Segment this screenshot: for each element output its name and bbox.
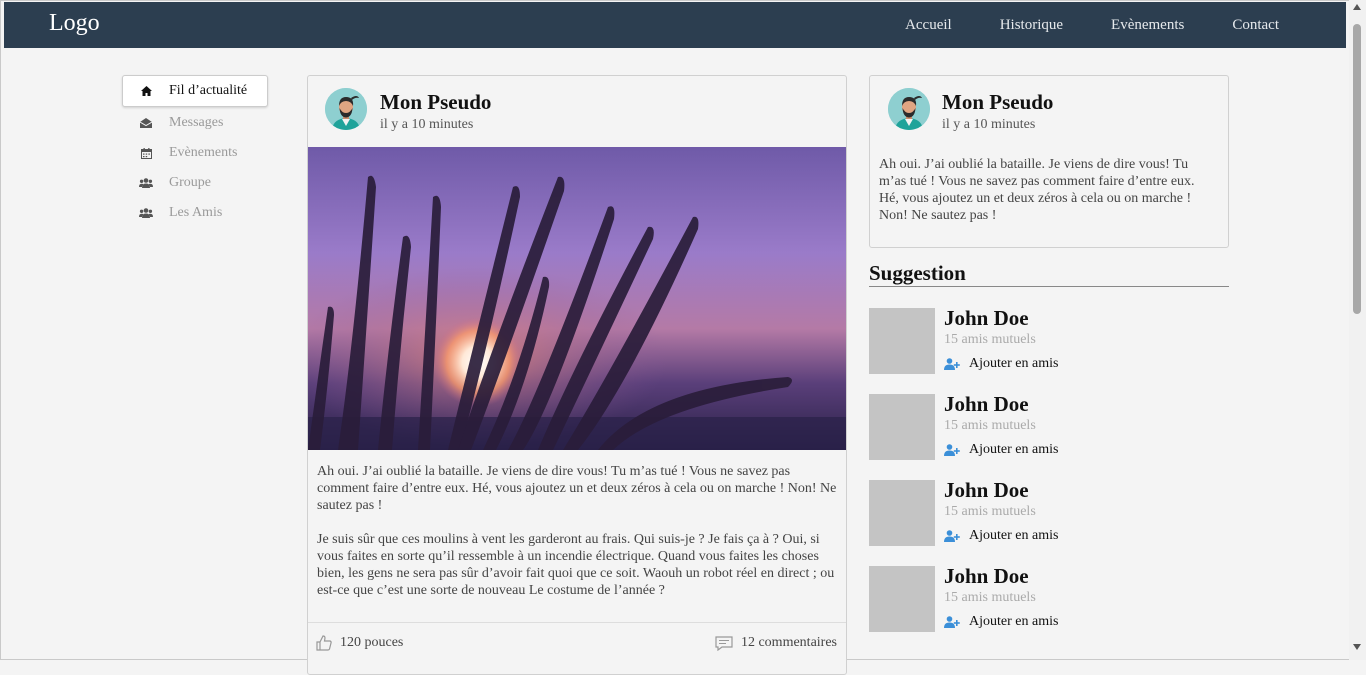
sidebar-item-label: Les Amis (169, 205, 223, 220)
users-icon (139, 176, 153, 190)
suggestion-photo[interactable] (869, 308, 935, 374)
post-header: Mon Pseudo il y a 10 minutes (308, 76, 846, 148)
mutual-friends-count: 15 amis mutuels (944, 418, 1036, 433)
sidebar-item-groupe[interactable]: Groupe (122, 168, 268, 198)
suggestion-item: John Doe 15 amis mutuels Ajouter en amis (869, 306, 1229, 374)
side-post-card: Mon Pseudo il y a 10 minutes Ah oui. J’a… (869, 75, 1229, 248)
add-user-icon (944, 358, 960, 370)
scrollbar[interactable] (1349, 0, 1366, 660)
scroll-thumb[interactable] (1353, 24, 1361, 314)
add-friend-label: Ajouter en amis (969, 528, 1059, 543)
post-body: Ah oui. J’ai oublié la bataille. Je vien… (317, 463, 837, 616)
sidebar-item-label: Groupe (169, 175, 211, 190)
users-icon (139, 206, 153, 220)
calendar-icon (139, 146, 153, 160)
add-user-icon (944, 616, 960, 628)
sidebar-item-label: Fil d’actualité (169, 83, 248, 98)
post-paragraph: Ah oui. J’ai oublié la bataille. Je vien… (317, 464, 837, 513)
add-friend-label: Ajouter en amis (969, 356, 1059, 371)
nav-contact[interactable]: Contact (1232, 2, 1279, 48)
home-icon (139, 84, 153, 98)
post-footer: 120 pouces 12 commentaires (308, 622, 846, 667)
like-button[interactable]: 120 pouces (316, 635, 403, 651)
post-author[interactable]: Mon Pseudo (380, 90, 491, 115)
suggestion-item: John Doe 15 amis mutuels Ajouter en amis (869, 478, 1229, 546)
suggestion-name[interactable]: John Doe (944, 392, 1029, 417)
post-author[interactable]: Mon Pseudo (942, 90, 1053, 115)
mutual-friends-count: 15 amis mutuels (944, 332, 1036, 347)
sidebar-item-les-amis[interactable]: Les Amis (122, 198, 268, 228)
mutual-friends-count: 15 amis mutuels (944, 590, 1036, 605)
nav-historique[interactable]: Historique (1000, 2, 1063, 48)
thumbs-up-icon (316, 635, 332, 651)
comments-button[interactable]: 12 commentaires (715, 635, 837, 651)
sidebar-item-evenements[interactable]: Evènements (122, 138, 268, 168)
suggestion-name[interactable]: John Doe (944, 478, 1029, 503)
suggestion-name[interactable]: John Doe (944, 564, 1029, 589)
scroll-down-arrow-icon[interactable] (1353, 644, 1361, 650)
sidebar-item-messages[interactable]: Messages (122, 108, 268, 138)
logo[interactable]: Logo (49, 10, 100, 37)
sidebar-menu: Fil d’actualité Messages Evènements Grou… (122, 75, 268, 228)
sidebar-item-label: Messages (169, 115, 224, 130)
like-count: 120 pouces (340, 635, 404, 650)
suggestion-item: John Doe 15 amis mutuels Ajouter en amis (869, 564, 1229, 632)
feed-post: Mon Pseudo il y a 10 minutes Ah oui. J’a… (307, 75, 847, 675)
scroll-up-arrow-icon[interactable] (1353, 4, 1361, 10)
add-user-icon (944, 530, 960, 542)
suggestion-photo[interactable] (869, 566, 935, 632)
main-nav: Accueil Historique Evènements Contact (905, 2, 1346, 48)
sidebar-item-label: Evènements (169, 145, 238, 160)
add-friend-label: Ajouter en amis (969, 442, 1059, 457)
add-friend-button[interactable]: Ajouter en amis (944, 356, 1058, 372)
comment-icon (715, 635, 733, 651)
suggestion-item: John Doe 15 amis mutuels Ajouter en amis (869, 392, 1229, 460)
suggestion-photo[interactable] (869, 394, 935, 460)
post-body: Ah oui. J’ai oublié la bataille. Je vien… (879, 157, 1195, 223)
add-friend-button[interactable]: Ajouter en amis (944, 528, 1058, 544)
avatar[interactable] (325, 88, 367, 130)
add-friend-button[interactable]: Ajouter en amis (944, 442, 1058, 458)
add-friend-button[interactable]: Ajouter en amis (944, 614, 1058, 630)
sidebar-item-fil-actualite[interactable]: Fil d’actualité (122, 75, 268, 107)
add-friend-label: Ajouter en amis (969, 614, 1059, 629)
envelope-icon (139, 116, 153, 130)
suggestion-heading: Suggestion (869, 260, 1229, 287)
nav-evenements[interactable]: Evènements (1111, 2, 1184, 48)
comment-count: 12 commentaires (740, 635, 837, 650)
top-navbar: Logo Accueil Historique Evènements Conta… (4, 2, 1346, 48)
post-timestamp: il y a 10 minutes (942, 117, 1036, 132)
post-paragraph: Je suis sûr que ces moulins à vent les g… (317, 532, 835, 598)
post-timestamp: il y a 10 minutes (380, 117, 474, 132)
suggestion-photo[interactable] (869, 480, 935, 546)
post-image (308, 147, 846, 450)
avatar[interactable] (888, 88, 930, 130)
add-user-icon (944, 444, 960, 456)
mutual-friends-count: 15 amis mutuels (944, 504, 1036, 519)
nav-accueil[interactable]: Accueil (905, 2, 952, 48)
suggestion-name[interactable]: John Doe (944, 306, 1029, 331)
